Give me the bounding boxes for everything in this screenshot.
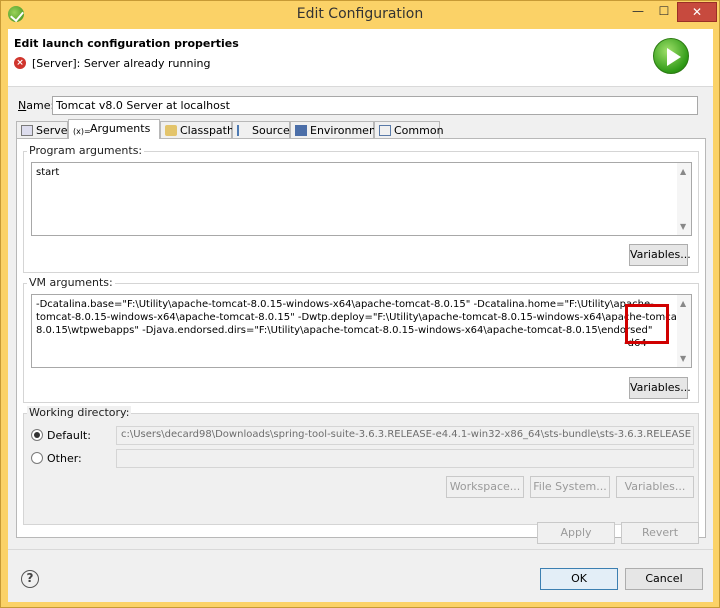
ok-button[interactable]: OK [540,568,618,590]
default-directory-field: c:\Users\decard98\Downloads\spring-tool-… [116,426,694,445]
common-icon [379,125,391,136]
server-icon [21,125,33,136]
apply-button[interactable]: Apply [537,522,615,544]
footer-separator [8,549,713,550]
name-label: Name: [18,99,55,112]
error-icon: × [14,57,26,69]
classpath-icon [165,125,177,136]
tab-common[interactable]: Common [374,121,444,139]
default-radio[interactable] [31,429,43,441]
minimize-button[interactable]: — [625,2,651,22]
program-arguments-textarea[interactable]: start ▲ ▼ [31,162,692,236]
other-label: Other: [47,452,82,465]
working-directory-group: Working directory: Default: c:\Users\dec… [23,406,699,525]
tab-environment[interactable]: Environment [290,121,380,139]
name-input[interactable] [52,96,698,115]
default-label: Default: [47,429,91,442]
title-bar[interactable]: Edit Configuration — ☐ ✕ [1,1,719,29]
cancel-button[interactable]: Cancel [625,568,703,590]
vm-arguments-textarea[interactable]: -Dcatalina.base="F:\Utility\apache-tomca… [31,294,692,368]
source-icon [237,125,249,136]
edit-configuration-window: Edit Configuration — ☐ ✕ Edit launch con… [0,0,720,608]
working-directory-label: Working directory: [27,406,132,419]
program-arguments-scrollbar[interactable]: ▲ ▼ [677,163,691,235]
other-radio[interactable] [31,452,43,464]
program-arguments-group: Program arguments: start ▲ ▼ Variables... [23,144,699,273]
environment-icon [295,125,307,136]
close-button[interactable]: ✕ [677,2,717,22]
program-variables-button[interactable]: Variables... [629,244,691,266]
other-directory-field[interactable] [116,449,694,468]
dialog-header: Edit launch configuration properties × [… [8,29,713,87]
vm-variables-button[interactable]: Variables... [629,377,691,399]
header-title: Edit launch configuration properties [14,37,239,50]
tab-server[interactable]: Server [16,121,72,139]
tab-classpath[interactable]: Classpath [160,121,234,139]
vm-arguments-scrollbar[interactable]: ▲ ▼ [677,295,691,367]
arguments-tab-content: Program arguments: start ▲ ▼ Variables...… [16,138,706,538]
vm-arguments-line: 8.0.15\wtpwebapps" -Djava.endorsed.dirs=… [36,325,653,336]
arguments-icon: (x)= [73,127,91,136]
workspace-button[interactable]: Workspace... [446,476,524,498]
vm-arguments-group: VM arguments: -Dcatalina.base="F:\Utilit… [23,276,699,403]
run-icon [653,38,689,74]
working-dir-variables-button[interactable]: Variables... [616,476,694,498]
dialog-client-area: Edit launch configuration properties × [… [8,29,713,602]
window-title: Edit Configuration [296,6,424,22]
tab-source[interactable]: Source [232,121,290,139]
help-icon[interactable]: ? [21,570,39,588]
vm-arguments-line: tomcat-8.0.15-windows-x64\apache-tomcat-… [36,312,685,323]
vm-arguments-line: -d64 [624,338,647,349]
file-system-button[interactable]: File System... [530,476,610,498]
revert-button[interactable]: Revert [621,522,699,544]
header-message: [Server]: Server already running [32,57,211,70]
vm-arguments-line: -Dcatalina.base="F:\Utility\apache-tomca… [36,299,654,310]
maximize-button[interactable]: ☐ [651,2,677,22]
program-arguments-label: Program arguments: [27,144,145,157]
vm-arguments-label: VM arguments: [27,276,115,289]
tab-arguments[interactable]: (x)=Arguments [68,119,160,139]
highlight-annotation [625,304,669,344]
